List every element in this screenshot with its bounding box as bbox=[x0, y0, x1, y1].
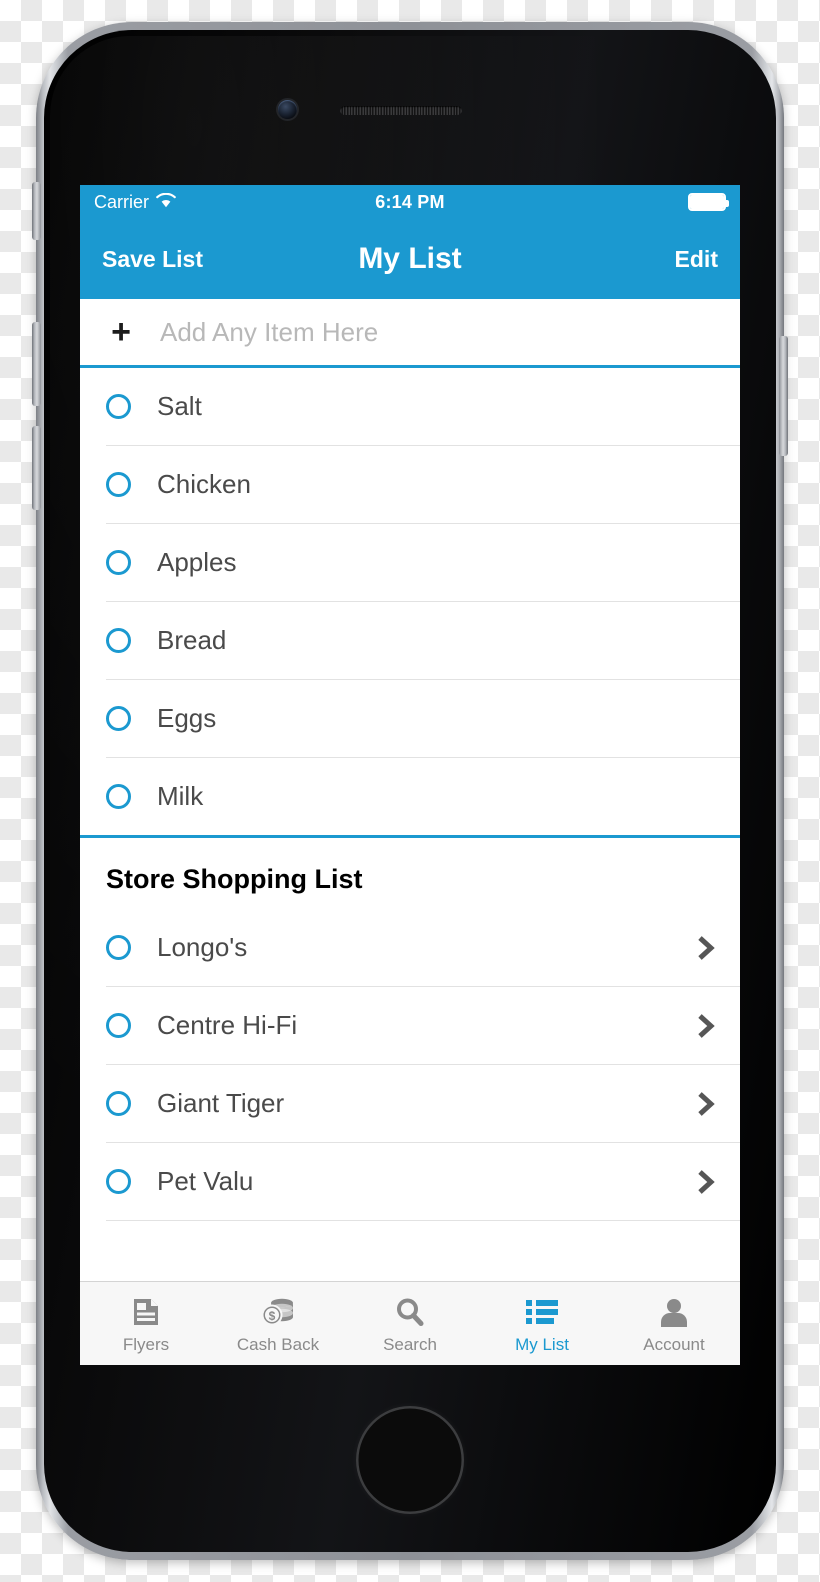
list-item-label: Bread bbox=[157, 625, 227, 655]
list-item-label: Chicken bbox=[157, 469, 251, 499]
volume-up-button[interactable] bbox=[32, 322, 41, 406]
list-item-label: Apples bbox=[157, 547, 237, 577]
tab-cash-back[interactable]: $ Cash Back bbox=[212, 1282, 344, 1365]
chevron-right-icon[interactable] bbox=[694, 1091, 718, 1117]
checkbox-circle-icon[interactable] bbox=[106, 628, 131, 653]
list-item[interactable]: Bread bbox=[80, 602, 740, 679]
tab-my-list[interactable]: My List bbox=[476, 1282, 608, 1365]
add-item-row[interactable]: + bbox=[80, 299, 740, 365]
power-button[interactable] bbox=[779, 336, 788, 456]
chevron-right-icon bbox=[698, 1091, 715, 1116]
edit-button[interactable]: Edit bbox=[675, 246, 718, 273]
tab-label: Account bbox=[643, 1334, 705, 1354]
chevron-right-icon[interactable] bbox=[694, 935, 718, 961]
navigation-bar: Save List My List Edit bbox=[80, 219, 740, 299]
tab-label: Cash Back bbox=[236, 1334, 320, 1354]
store-list-item-label: Longo's bbox=[157, 932, 248, 962]
checkbox-circle-icon[interactable] bbox=[106, 935, 131, 960]
list-item[interactable]: Apples bbox=[80, 524, 740, 601]
list-item[interactable]: Eggs bbox=[80, 680, 740, 757]
phone-device: Carrier 6:14 PM Save List My List Edit + bbox=[32, 22, 788, 1560]
shopping-item-list: Salt Chicken Apples Bread Eggs Milk bbox=[80, 368, 740, 835]
tab-account[interactable]: Account bbox=[608, 1282, 740, 1365]
checkbox-circle-icon[interactable] bbox=[106, 394, 131, 419]
save-list-button[interactable]: Save List bbox=[102, 246, 203, 273]
store-list-item[interactable]: Longo's bbox=[80, 909, 740, 986]
store-shopping-list: Longo's Centre Hi-Fi Giant Tiger Pet Val… bbox=[80, 909, 740, 1221]
chevron-right-icon bbox=[698, 1169, 715, 1194]
list-item[interactable]: Salt bbox=[80, 368, 740, 445]
home-button[interactable] bbox=[356, 1406, 464, 1514]
checkbox-circle-icon[interactable] bbox=[106, 1091, 131, 1116]
store-section-header: Store Shopping List bbox=[80, 838, 740, 909]
flyer-document-icon bbox=[129, 1293, 163, 1331]
silent-switch[interactable] bbox=[32, 182, 41, 240]
checkbox-circle-icon[interactable] bbox=[106, 784, 131, 809]
store-list-item-label: Centre Hi-Fi bbox=[157, 1010, 298, 1040]
tab-flyers[interactable]: Flyers bbox=[80, 1282, 212, 1365]
tab-label: Search bbox=[383, 1334, 437, 1354]
store-list-item[interactable]: Pet Valu bbox=[80, 1143, 740, 1220]
svg-text:$: $ bbox=[269, 1309, 276, 1323]
list-item-label: Salt bbox=[157, 391, 202, 421]
checkbox-circle-icon[interactable] bbox=[106, 472, 131, 497]
list-item-label: Milk bbox=[157, 781, 204, 811]
store-list-item-label: Pet Valu bbox=[157, 1166, 254, 1196]
list-item[interactable]: Chicken bbox=[80, 446, 740, 523]
phone-screen: Carrier 6:14 PM Save List My List Edit + bbox=[80, 185, 740, 1365]
chevron-right-icon[interactable] bbox=[694, 1169, 718, 1195]
store-list-item[interactable]: Giant Tiger bbox=[80, 1065, 740, 1142]
chevron-right-icon bbox=[698, 935, 715, 960]
checkbox-circle-icon[interactable] bbox=[106, 1013, 131, 1038]
tab-label: Flyers bbox=[122, 1334, 170, 1354]
checkbox-circle-icon[interactable] bbox=[106, 550, 131, 575]
camera-icon bbox=[278, 100, 297, 119]
tab-bar: Flyers $ Cash Back Search My List Accoun… bbox=[80, 1281, 740, 1365]
battery-full-icon bbox=[688, 193, 729, 211]
status-bar-time: 6:14 PM bbox=[375, 191, 445, 212]
search-icon bbox=[394, 1293, 426, 1331]
store-list-item[interactable]: Centre Hi-Fi bbox=[80, 987, 740, 1064]
checkbox-circle-icon[interactable] bbox=[106, 1169, 131, 1194]
person-icon bbox=[658, 1293, 690, 1331]
store-list-item-label: Giant Tiger bbox=[157, 1088, 285, 1118]
coins-dollar-icon: $ bbox=[260, 1293, 296, 1331]
volume-down-button[interactable] bbox=[32, 426, 41, 510]
status-bar: Carrier 6:14 PM bbox=[80, 185, 740, 219]
row-separator bbox=[106, 1220, 740, 1221]
tab-search[interactable]: Search bbox=[344, 1282, 476, 1365]
list-icon bbox=[526, 1293, 558, 1331]
checkbox-circle-icon[interactable] bbox=[106, 706, 131, 731]
list-item-label: Eggs bbox=[157, 703, 217, 733]
add-item-input[interactable] bbox=[160, 316, 740, 348]
list-item[interactable]: Milk bbox=[80, 758, 740, 835]
plus-icon[interactable]: + bbox=[106, 315, 136, 349]
chevron-right-icon[interactable] bbox=[694, 1013, 718, 1039]
status-bar-right bbox=[688, 193, 729, 211]
tab-label: My List bbox=[515, 1334, 569, 1354]
speaker-grille bbox=[340, 106, 462, 115]
chevron-right-icon bbox=[698, 1013, 715, 1038]
